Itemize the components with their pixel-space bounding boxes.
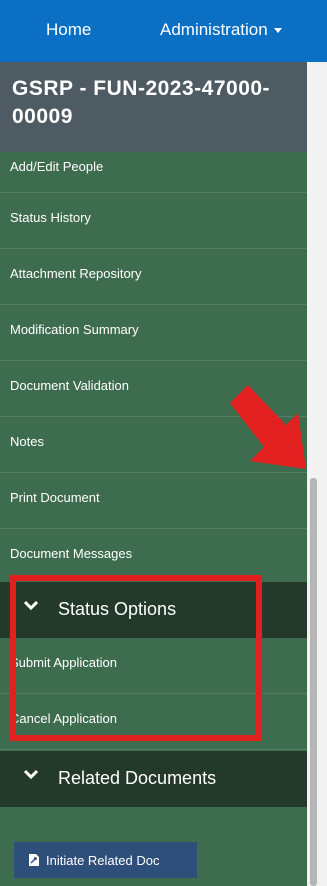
nav-administration-menu[interactable]: Administration — [160, 20, 282, 40]
sidebar-item-modification-summary[interactable]: Modification Summary — [0, 305, 307, 361]
sidebar-item-label: Status History — [10, 210, 91, 225]
sidebar-item-label: Document Messages — [10, 546, 133, 561]
sidebar-item-label: Attachment Repository — [10, 266, 142, 281]
annotation-highlight-box — [10, 575, 262, 741]
sidebar-item-label: Document Validation — [10, 378, 129, 393]
sidebar-item-label: Notes — [10, 434, 44, 449]
initiate-related-doc-label: Initiate Related Doc — [46, 852, 160, 868]
document-title: GSRP - FUN-2023-47000-00009 — [12, 77, 271, 128]
sidebar-item-label: Add/Edit People — [10, 159, 104, 174]
sidebar-item-status-history[interactable]: Status History — [0, 193, 307, 249]
nav-administration-label: Administration — [160, 20, 268, 39]
section-related-documents[interactable]: Related Documents — [0, 751, 307, 807]
top-nav-bar: Home Administration — [0, 0, 327, 62]
scrollbar-thumb[interactable] — [310, 478, 317, 886]
document-title-block: GSRP - FUN-2023-47000-00009 — [0, 62, 307, 152]
document-icon — [29, 854, 39, 866]
section-related-documents-label: Related Documents — [58, 768, 217, 788]
annotation-arrow-icon — [230, 385, 306, 469]
initiate-related-doc-button[interactable]: Initiate Related Doc — [14, 842, 197, 878]
sidebar-item-label: Modification Summary — [10, 322, 139, 337]
sidebar-item-label: Print Document — [10, 490, 100, 505]
sidebar-item-print-document[interactable]: Print Document — [0, 473, 307, 529]
chevron-down-icon — [273, 28, 282, 34]
sidebar-item-attachment-repository[interactable]: Attachment Repository — [0, 249, 307, 305]
chevron-down-icon — [24, 769, 38, 780]
sidebar-item-add-edit-people[interactable]: Add/Edit People — [0, 152, 307, 193]
nav-home-link[interactable]: Home — [46, 20, 91, 40]
